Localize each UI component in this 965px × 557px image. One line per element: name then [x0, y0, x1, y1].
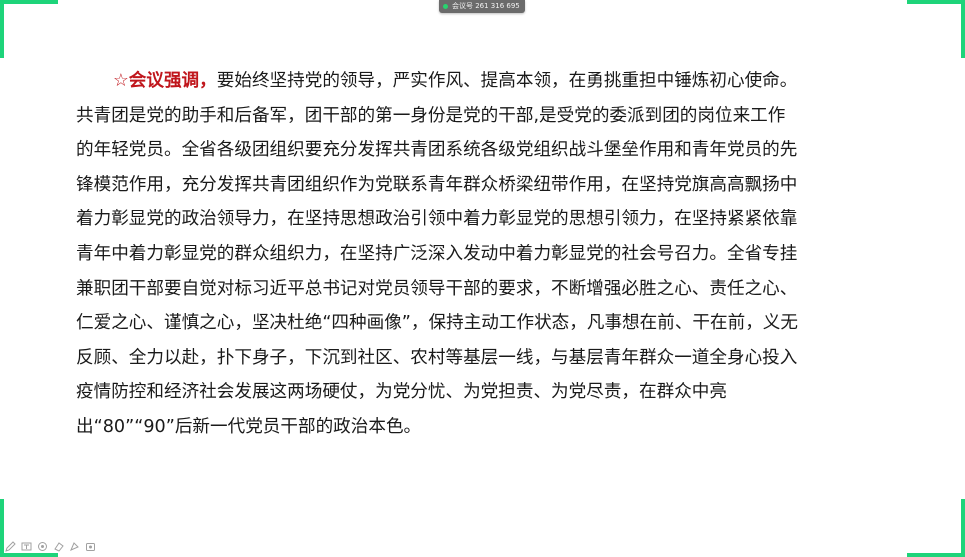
shared-document: ☆会议强调，要始终坚持党的领导，严实作风、提高本领，在勇挑重担中锤炼初心使命。 …: [76, 64, 886, 445]
frame-corner-bottom-right-vertical: [961, 499, 965, 557]
frame-corner-bottom-left-horizontal: [0, 553, 58, 557]
paragraph-line-8: 仁爱之心、谨慎之心，坚决杜绝“四种画像”，保持主动工作状态，凡事想在前、干在前，…: [76, 313, 798, 334]
frame-corner-top-left-horizontal: [0, 0, 58, 4]
pen-icon[interactable]: [4, 540, 17, 553]
line-text: 要始终坚持党的领导，严实作风、提高本领，在勇挑重担中锤炼初心使命。: [216, 71, 798, 91]
paragraph-line-2: 共青团是党的助手和后备军，团干部的第一身份是党的干部,是受党的委派到团的岗位来工…: [76, 105, 786, 126]
recording-status-icon: [443, 4, 448, 9]
frame-corner-top-right-vertical: [961, 0, 965, 58]
paragraph-line-10: 疫情防控和经济社会发展这两场硬仗，为党分忧、为党担责、为党尽责，在群众中亮: [76, 382, 727, 403]
meeting-id-label: 会议号 261 316 695: [452, 2, 520, 10]
paragraph-line-9: 反顾、全力以赴，扑下身子，下沉到社区、农村等基层一线，与基层青年群众一道全身心投…: [76, 347, 798, 368]
eraser-icon[interactable]: [52, 540, 65, 553]
text-icon[interactable]: [20, 540, 33, 553]
shape-icon[interactable]: [68, 540, 81, 553]
paragraph-line-5: 着力彰显党的政治领导力，在坚持思想政治引领中着力彰显党的思想引领力，在坚持紧紧依…: [76, 209, 798, 230]
frame-corner-top-left-vertical: [0, 0, 4, 58]
paragraph-line-11: 出“80”“90”后新一代党员干部的政治本色。: [76, 416, 422, 437]
paragraph-line-3: 的年轻党员。全省各级团组织要充分发挥共青团系统各级党组织战斗堡垒作用和青年党员的…: [76, 140, 798, 161]
paragraph-line-1: ☆会议强调，要始终坚持党的领导，严实作风、提高本领，在勇挑重担中锤炼初心使命。: [76, 64, 886, 99]
frame-corner-bottom-right-horizontal: [907, 553, 965, 557]
paragraph-line-7: 兼职团干部要自觉对标习近平总书记对党员领导干部的要求，不断增强必胜之心、责任之心…: [76, 278, 798, 299]
clear-icon[interactable]: [84, 540, 97, 553]
paragraph-line-4: 锋模范作用，充分发挥共青团组织作为党联系青年群众桥梁纽带作用，在坚持党旗高高飘扬…: [76, 174, 798, 195]
emphasis-label: ☆会议强调，: [113, 71, 217, 91]
meeting-id-badge[interactable]: 会议号 261 316 695: [439, 0, 525, 13]
frame-corner-top-right-horizontal: [907, 0, 965, 4]
paragraph-line-6: 青年中着力彰显党的群众组织力，在坚持广泛深入发动中着力彰显党的社会号召力。全省专…: [76, 243, 798, 264]
highlighter-icon[interactable]: [36, 540, 49, 553]
annotation-toolbar: [4, 540, 97, 553]
